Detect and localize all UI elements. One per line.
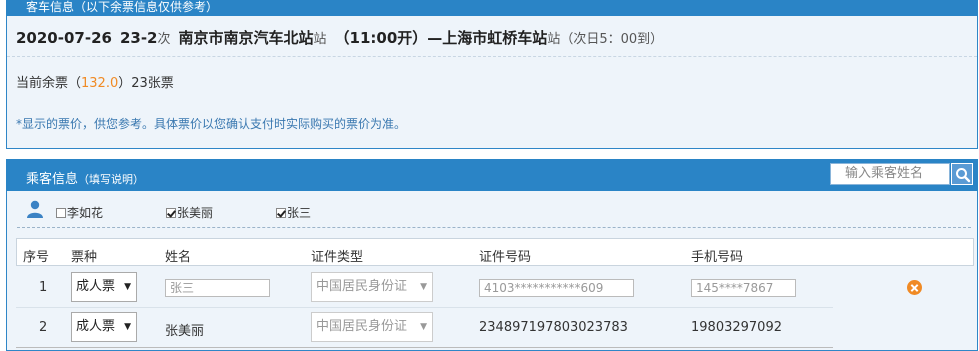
route-dash: — (427, 29, 443, 47)
arrive-time: （次日5：00到） (560, 32, 664, 47)
col-ticket-type: 票种 (71, 250, 98, 265)
id-type-select[interactable]: 中国居民身份证 ▼ (311, 272, 433, 302)
bus-number: 23-2 (119, 29, 158, 47)
caret-down-icon: ▼ (124, 282, 131, 292)
contact-name: 李如花 (67, 206, 104, 220)
col-id-type: 证件类型 (311, 250, 364, 265)
fill-instructions-link[interactable]: （填写说明） (78, 173, 144, 186)
ticket-type-value: 成人票 (76, 279, 116, 294)
divider (17, 227, 971, 228)
to-station: 上海市虹桥车站 (442, 29, 548, 47)
contact-name: 张三 (287, 206, 312, 220)
from-station: 南京市南京汽车北站 (178, 29, 314, 47)
table-row: 2 成人票 ▼ 张美丽 中国居民身份证 ▼ 234897197803023783 1… (16, 308, 833, 348)
contact-picker: 李如花 张美丽 张三 (7, 192, 977, 228)
id-number: 234897197803023783 (479, 320, 628, 335)
depart-time: （11:00开） (334, 29, 428, 47)
ticket-type-value: 成人票 (76, 319, 116, 334)
bus-info-title: 客车信息（以下余票信息仅供参考） (26, 0, 219, 14)
close-circle-icon[interactable] (907, 280, 922, 295)
col-name: 姓名 (165, 250, 192, 265)
contact-option[interactable]: 张三 (276, 204, 311, 221)
passenger-search-input[interactable]: 输入乘客姓名 (830, 163, 950, 185)
ticket-type-select[interactable]: 成人票 ▼ (71, 312, 137, 342)
table-row: 1 成人票 ▼ 张三 中国居民身份证 ▼ 4103***********609 14… (16, 268, 922, 308)
bus-info-header: 客车信息（以下余票信息仅供参考） (6, 0, 978, 16)
phone-input[interactable]: 145****7867 (691, 279, 796, 297)
caret-down-icon: ▼ (420, 282, 427, 292)
contact-name: 张美丽 (177, 206, 214, 220)
contact-option[interactable]: 李如花 (56, 204, 103, 221)
passenger-name: 张美丽 (165, 324, 205, 339)
col-id-number: 证件号码 (479, 250, 532, 265)
name-input[interactable]: 张三 (165, 279, 270, 297)
to-station-suffix: 站 (547, 32, 561, 47)
search-button[interactable] (951, 163, 973, 185)
passenger-title-text: 乘客信息 (26, 172, 79, 187)
divider (7, 56, 977, 57)
phone-number: 19803297092 (691, 320, 782, 335)
search-icon (956, 168, 971, 183)
remain-value: ）23张票 (118, 76, 174, 91)
from-station-suffix: 站 (313, 32, 327, 47)
bus-info-panel: 客车信息（以下余票信息仅供参考） 2020-07-26 23-2次 南京市南京汽车北… (6, 0, 978, 149)
col-phone: 手机号码 (691, 250, 744, 265)
remaining-tickets: 当前余票（132.0）23张票 (16, 72, 174, 91)
price-notice: *显示的票价，供您参考。具体票价以您确认支付时实际购买的票价为准。 (16, 117, 407, 131)
passenger-title: 乘客信息（填写说明） (26, 168, 144, 187)
trip-summary: 2020-07-26 23-2次 南京市南京汽车北站站 （11:00开）—上海市虹桥车… (16, 27, 663, 48)
bus-number-suffix: 次 (157, 32, 171, 47)
passenger-panel: 乘客信息（填写说明） 输入乘客姓名 李如花 张美丽 张三 序号 票种 姓名 证件… (6, 159, 978, 351)
caret-down-icon: ▼ (124, 322, 131, 332)
contact-checkbox[interactable] (166, 208, 176, 218)
id-type-value: 中国居民身份证 (316, 319, 408, 334)
passenger-header: 乘客信息（填写说明） 输入乘客姓名 (6, 159, 978, 191)
id-type-value: 中国居民身份证 (316, 279, 408, 294)
id-type-select[interactable]: 中国居民身份证 ▼ (311, 312, 433, 342)
ticket-type-select[interactable]: 成人票 ▼ (71, 272, 137, 302)
contact-checkbox[interactable] (276, 208, 286, 218)
contact-option[interactable]: 张美丽 (166, 204, 213, 221)
trip-date: 2020-07-26 (16, 29, 112, 47)
remain-label: 当前余票（ (16, 76, 82, 91)
contact-checkbox[interactable] (56, 208, 66, 218)
table-header: 序号 票种 姓名 证件类型 证件号码 手机号码 (16, 238, 974, 266)
caret-down-icon: ▼ (420, 322, 427, 332)
row-index: 1 (39, 280, 48, 295)
col-index: 序号 (23, 250, 50, 265)
id-number-input[interactable]: 4103***********609 (479, 279, 634, 297)
row-index: 2 (39, 320, 48, 335)
ticket-price: 132.0 (81, 76, 119, 91)
person-icon (27, 200, 43, 218)
